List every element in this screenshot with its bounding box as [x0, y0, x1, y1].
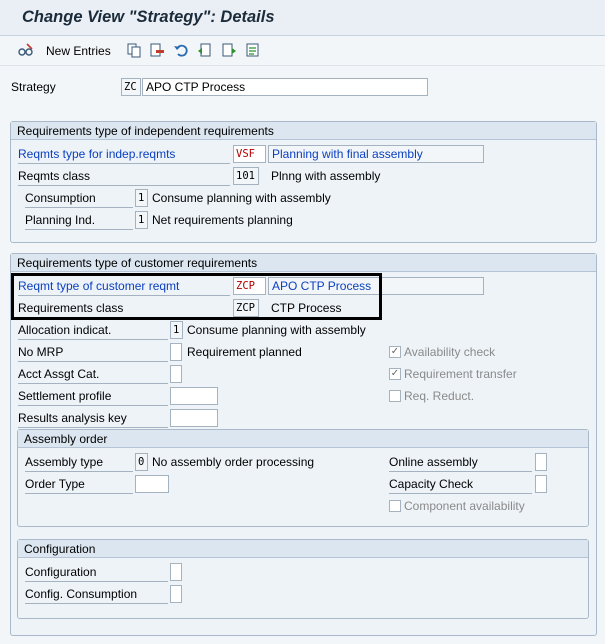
consumption-label: Consumption: [25, 189, 133, 208]
reqmts-class-description: Plnng with assembly: [271, 169, 381, 183]
component-availability-label: Component availability: [404, 499, 525, 513]
consumption-description: Consume planning with assembly: [152, 191, 331, 205]
online-assembly-field[interactable]: [535, 453, 547, 471]
cust-group-title: Requirements type of customer requiremen…: [11, 254, 596, 272]
allocation-label: Allocation indicat.: [18, 321, 168, 340]
requirement-transfer-checkbox[interactable]: ✓: [389, 368, 401, 380]
planning-ind-description: Net requirements planning: [152, 213, 293, 227]
reqmts-class-label: Reqmts class: [18, 167, 230, 186]
glasses-edit-icon[interactable]: [18, 42, 34, 58]
availability-check-label: Availability check: [404, 345, 496, 359]
next-entry-icon[interactable]: [221, 42, 237, 58]
configuration-field[interactable]: [170, 563, 182, 581]
capacity-check-field[interactable]: [535, 475, 547, 493]
config-consumption-field[interactable]: [170, 585, 182, 603]
order-type-label: Order Type: [25, 475, 133, 494]
no-mrp-description: Requirement planned: [187, 345, 302, 359]
copy-icon[interactable]: [126, 42, 142, 58]
req-reduct-checkbox[interactable]: [389, 390, 401, 402]
application-toolbar: New Entries: [0, 36, 605, 66]
consumption-field[interactable]: 1: [135, 189, 148, 207]
allocation-field[interactable]: 1: [170, 321, 183, 339]
no-mrp-label: No MRP: [18, 343, 168, 362]
reqmts-type-label: Reqmts type for indep.reqmts: [18, 145, 230, 164]
strategy-label: Strategy: [11, 80, 56, 94]
strategy-code-field[interactable]: ZC: [121, 78, 141, 96]
assembly-type-field[interactable]: 0: [135, 453, 148, 471]
reqmts-class-field[interactable]: 101: [233, 167, 259, 185]
select-icon[interactable]: [245, 42, 261, 58]
highlight-box: [11, 273, 382, 320]
results-analysis-field[interactable]: [170, 409, 218, 427]
no-mrp-field[interactable]: [170, 343, 182, 361]
online-assembly-label: Online assembly: [389, 453, 532, 472]
req-reduct-label: Req. Reduct.: [404, 389, 475, 403]
acct-assgt-field[interactable]: [170, 365, 182, 383]
assembly-type-description: No assembly order processing: [152, 455, 315, 469]
settlement-profile-field[interactable]: [170, 387, 218, 405]
planning-ind-label: Planning Ind.: [25, 211, 133, 230]
page-title: Change View "Strategy": Details: [22, 8, 275, 26]
planning-ind-field[interactable]: 1: [135, 211, 148, 229]
reqmts-type-description: Planning with final assembly: [268, 145, 484, 163]
capacity-check-label: Capacity Check: [389, 475, 532, 494]
strategy-description-field[interactable]: APO CTP Process: [142, 78, 428, 96]
delete-icon[interactable]: [149, 42, 165, 58]
results-analysis-label: Results analysis key: [18, 409, 168, 428]
assembly-type-label: Assembly type: [25, 453, 133, 472]
allocation-description: Consume planning with assembly: [187, 323, 366, 337]
settlement-profile-label: Settlement profile: [18, 387, 168, 406]
new-entries-button[interactable]: New Entries: [46, 44, 111, 58]
undo-icon[interactable]: [173, 42, 189, 58]
acct-assgt-label: Acct Assgt Cat.: [18, 365, 168, 384]
assembly-group-title: Assembly order: [18, 430, 588, 448]
requirement-transfer-label: Requirement transfer: [404, 367, 517, 381]
reqmts-type-field[interactable]: VSF: [233, 145, 266, 163]
order-type-field[interactable]: [135, 475, 169, 493]
config-consumption-label: Config. Consumption: [25, 585, 168, 604]
indep-group-title: Requirements type of independent require…: [11, 122, 596, 140]
component-availability-checkbox[interactable]: [389, 500, 401, 512]
prev-entry-icon[interactable]: [197, 42, 213, 58]
configuration-label: Configuration: [25, 563, 168, 582]
configuration-group-title: Configuration: [18, 540, 588, 558]
availability-check-checkbox[interactable]: ✓: [389, 346, 401, 358]
